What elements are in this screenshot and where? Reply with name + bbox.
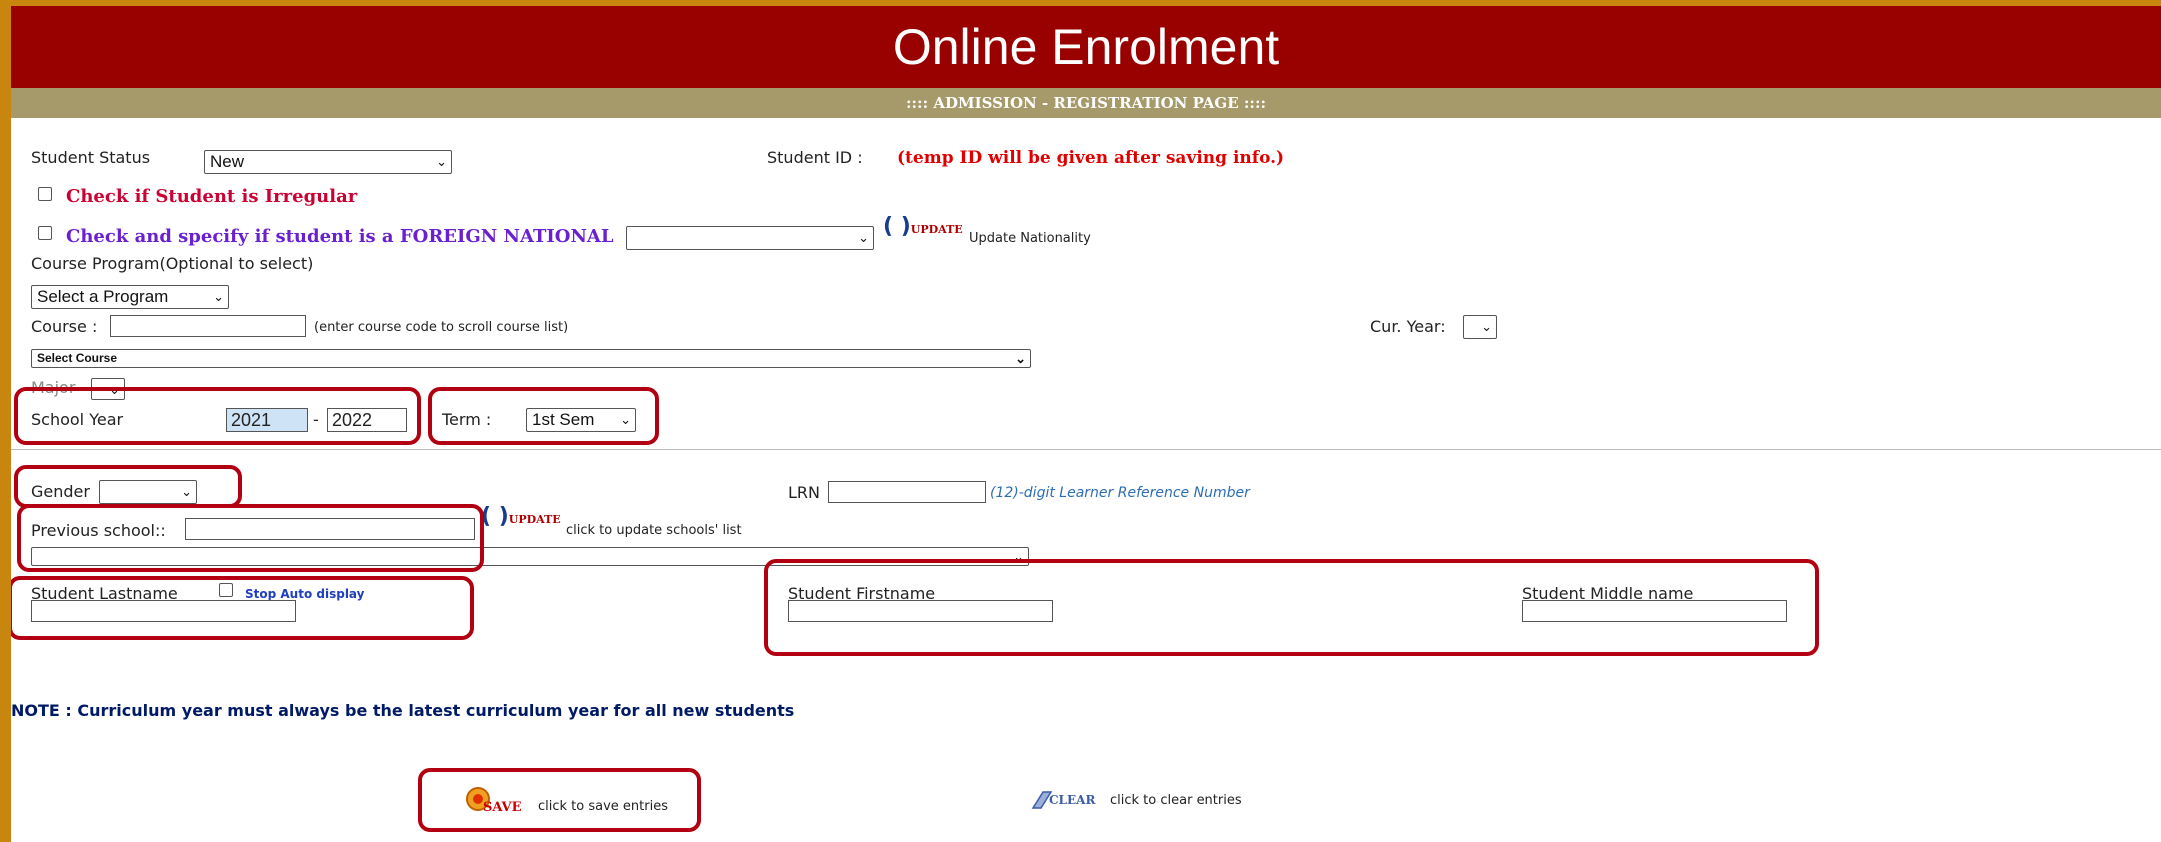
page-subtitle: :::: ADMISSION - REGISTRATION PAGE :::: bbox=[11, 88, 2161, 118]
program-select[interactable]: Select a Program ⌄ bbox=[31, 285, 229, 309]
program-value: Select a Program bbox=[37, 287, 169, 306]
cur-year-select[interactable]: ⌄ bbox=[1463, 315, 1497, 339]
chevron-down-icon: ⌄ bbox=[858, 230, 869, 245]
student-id-label: Student ID : bbox=[767, 148, 863, 167]
course-code-input[interactable] bbox=[110, 315, 306, 337]
highlight-gender bbox=[14, 465, 242, 508]
highlight-previous-school bbox=[17, 504, 484, 572]
course-label: Course : bbox=[31, 317, 98, 336]
lrn-hint: (12)-digit Learner Reference Number bbox=[990, 485, 1250, 501]
refresh-update-icon: ( ) bbox=[883, 214, 911, 239]
page-title: Online Enrolment bbox=[11, 6, 2161, 88]
highlight-lastname bbox=[11, 576, 474, 640]
lrn-input[interactable] bbox=[828, 481, 986, 503]
update-nationality-button[interactable]: ( )UPDATE bbox=[883, 214, 963, 239]
course-list-select[interactable]: Select Course ⌄ bbox=[31, 349, 1031, 368]
foreign-national-label: Check and specify if student is a FOREIG… bbox=[66, 226, 614, 247]
highlight-names bbox=[764, 559, 1819, 656]
student-status-value: New bbox=[210, 152, 245, 171]
course-list-value: Select Course bbox=[37, 351, 118, 365]
update-icon-text: UPDATE bbox=[910, 223, 963, 236]
irregular-checkbox[interactable] bbox=[38, 187, 52, 201]
foreign-national-checkbox[interactable] bbox=[38, 226, 52, 240]
chevron-down-icon: ⌄ bbox=[213, 289, 224, 304]
curriculum-note: NOTE : Curriculum year must always be th… bbox=[11, 701, 795, 720]
update-schools-label[interactable]: click to update schools' list bbox=[566, 523, 742, 538]
student-id-note: (temp ID will be given after saving info… bbox=[897, 148, 1285, 168]
student-status-select[interactable]: New ⌄ bbox=[204, 150, 452, 174]
course-hint: (enter course code to scroll course list… bbox=[314, 320, 569, 335]
chevron-down-icon: ⌄ bbox=[1481, 319, 1492, 334]
clear-icon-label: CLEAR bbox=[1049, 793, 1096, 807]
chevron-down-icon: ⌄ bbox=[436, 154, 447, 169]
clear-button[interactable]: CLEAR bbox=[1029, 786, 1109, 814]
update-icon-text: UPDATE bbox=[508, 513, 561, 526]
highlight-term bbox=[428, 387, 659, 445]
update-nationality-label[interactable]: Update Nationality bbox=[969, 231, 1091, 246]
refresh-update-icon: ( ) bbox=[481, 504, 509, 529]
nationality-select[interactable]: ⌄ bbox=[626, 226, 874, 250]
irregular-label: Check if Student is Irregular bbox=[66, 186, 358, 207]
section-divider bbox=[11, 449, 2161, 450]
course-program-label: Course Program(Optional to select) bbox=[31, 254, 314, 273]
enrolment-page: Online Enrolment :::: ADMISSION - REGIST… bbox=[11, 6, 2161, 842]
update-schools-button[interactable]: ( )UPDATE bbox=[481, 504, 561, 529]
highlight-school-year bbox=[14, 387, 421, 445]
clear-hint: click to clear entries bbox=[1110, 793, 1242, 808]
lrn-label: LRN bbox=[788, 483, 820, 502]
chevron-down-icon: ⌄ bbox=[1015, 351, 1026, 366]
cur-year-label: Cur. Year: bbox=[1370, 317, 1446, 336]
student-status-label: Student Status bbox=[31, 148, 151, 167]
highlight-save bbox=[418, 768, 701, 832]
